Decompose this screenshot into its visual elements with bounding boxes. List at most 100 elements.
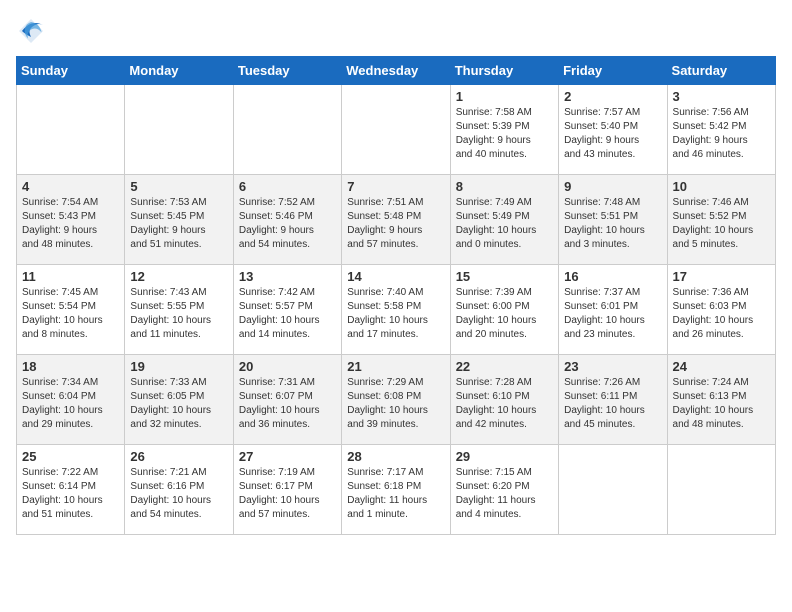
- day-info: Sunrise: 7:40 AM Sunset: 5:58 PM Dayligh…: [347, 286, 444, 342]
- day-number: 25: [22, 449, 119, 464]
- day-info: Sunrise: 7:42 AM Sunset: 5:57 PM Dayligh…: [239, 286, 336, 342]
- day-info: Sunrise: 7:28 AM Sunset: 6:10 PM Dayligh…: [456, 376, 553, 432]
- weekday-header-thursday: Thursday: [450, 57, 558, 85]
- weekday-header-wednesday: Wednesday: [342, 57, 450, 85]
- calendar-cell: 17Sunrise: 7:36 AM Sunset: 6:03 PM Dayli…: [667, 265, 775, 355]
- day-number: 21: [347, 359, 444, 374]
- weekday-header-monday: Monday: [125, 57, 233, 85]
- calendar-cell: 22 Sunrise: 7:28 AM Sunset: 6:10 PM Dayli…: [450, 355, 558, 445]
- calendar-cell: [17, 85, 125, 175]
- day-info: Sunrise: 7:31 AM Sunset: 6:07 PM Dayligh…: [239, 376, 336, 432]
- calendar-cell: [125, 85, 233, 175]
- day-info: Sunrise: 7:54 AM Sunset: 5:43 PM Dayligh…: [22, 196, 119, 252]
- day-number: 5: [130, 179, 227, 194]
- calendar-cell: 18Sunrise: 7:34 AM Sunset: 6:04 PM Dayli…: [17, 355, 125, 445]
- weekday-header-sunday: Sunday: [17, 57, 125, 85]
- day-number: 20: [239, 359, 336, 374]
- week-row-4: 18Sunrise: 7:34 AM Sunset: 6:04 PM Dayli…: [17, 355, 776, 445]
- calendar-cell: 1 Sunrise: 7:58 AM Sunset: 5:39 PM Daylig…: [450, 85, 558, 175]
- day-info: Sunrise: 7:22 AM Sunset: 6:14 PM Dayligh…: [22, 466, 119, 522]
- calendar-cell: 15 Sunrise: 7:39 AM Sunset: 6:00 PM Dayli…: [450, 265, 558, 355]
- day-info: Sunrise: 7:34 AM Sunset: 6:04 PM Dayligh…: [22, 376, 119, 432]
- calendar-cell: 27Sunrise: 7:19 AM Sunset: 6:17 PM Dayli…: [233, 445, 341, 535]
- day-number: 6: [239, 179, 336, 194]
- logo-icon: [16, 16, 46, 46]
- day-number: 8: [456, 179, 553, 194]
- calendar-cell: [667, 445, 775, 535]
- day-number: 22: [456, 359, 553, 374]
- calendar-cell: 25 Sunrise: 7:22 AM Sunset: 6:14 PM Dayli…: [17, 445, 125, 535]
- calendar-cell: 2 Sunrise: 7:57 AM Sunset: 5:40 PM Daylig…: [559, 85, 667, 175]
- calendar-cell: [233, 85, 341, 175]
- calendar-cell: 19 Sunrise: 7:33 AM Sunset: 6:05 PM Dayli…: [125, 355, 233, 445]
- day-number: 7: [347, 179, 444, 194]
- day-number: 16: [564, 269, 661, 284]
- weekday-header-tuesday: Tuesday: [233, 57, 341, 85]
- day-info: Sunrise: 7:48 AM Sunset: 5:51 PM Dayligh…: [564, 196, 661, 252]
- day-info: Sunrise: 7:53 AM Sunset: 5:45 PM Dayligh…: [130, 196, 227, 252]
- page-header: [16, 16, 776, 46]
- day-info: Sunrise: 7:21 AM Sunset: 6:16 PM Dayligh…: [130, 466, 227, 522]
- calendar-cell: 28 Sunrise: 7:17 AM Sunset: 6:18 PM Dayli…: [342, 445, 450, 535]
- calendar-cell: 12 Sunrise: 7:43 AM Sunset: 5:55 PM Dayli…: [125, 265, 233, 355]
- calendar-cell: 8 Sunrise: 7:49 AM Sunset: 5:49 PM Daylig…: [450, 175, 558, 265]
- day-info: Sunrise: 7:52 AM Sunset: 5:46 PM Dayligh…: [239, 196, 336, 252]
- calendar-table: SundayMondayTuesdayWednesdayThursdayFrid…: [16, 56, 776, 535]
- calendar-cell: 6 Sunrise: 7:52 AM Sunset: 5:46 PM Daylig…: [233, 175, 341, 265]
- calendar-cell: 29 Sunrise: 7:15 AM Sunset: 6:20 PM Dayli…: [450, 445, 558, 535]
- day-number: 10: [673, 179, 770, 194]
- day-number: 1: [456, 89, 553, 104]
- day-number: 27: [239, 449, 336, 464]
- calendar-cell: 16 Sunrise: 7:37 AM Sunset: 6:01 PM Dayli…: [559, 265, 667, 355]
- day-number: 26: [130, 449, 227, 464]
- day-number: 3: [673, 89, 770, 104]
- calendar-cell: 9 Sunrise: 7:48 AM Sunset: 5:51 PM Daylig…: [559, 175, 667, 265]
- day-number: 2: [564, 89, 661, 104]
- week-row-1: 1 Sunrise: 7:58 AM Sunset: 5:39 PM Daylig…: [17, 85, 776, 175]
- weekday-header-friday: Friday: [559, 57, 667, 85]
- day-number: 11: [22, 269, 119, 284]
- day-info: Sunrise: 7:43 AM Sunset: 5:55 PM Dayligh…: [130, 286, 227, 342]
- day-info: Sunrise: 7:17 AM Sunset: 6:18 PM Dayligh…: [347, 466, 444, 522]
- day-info: Sunrise: 7:49 AM Sunset: 5:49 PM Dayligh…: [456, 196, 553, 252]
- day-info: Sunrise: 7:15 AM Sunset: 6:20 PM Dayligh…: [456, 466, 553, 522]
- day-number: 29: [456, 449, 553, 464]
- calendar-cell: 23Sunrise: 7:26 AM Sunset: 6:11 PM Dayli…: [559, 355, 667, 445]
- day-info: Sunrise: 7:39 AM Sunset: 6:00 PM Dayligh…: [456, 286, 553, 342]
- day-number: 14: [347, 269, 444, 284]
- day-info: Sunrise: 7:29 AM Sunset: 6:08 PM Dayligh…: [347, 376, 444, 432]
- calendar-cell: 13 Sunrise: 7:42 AM Sunset: 5:57 PM Dayli…: [233, 265, 341, 355]
- calendar-cell: [559, 445, 667, 535]
- day-info: Sunrise: 7:45 AM Sunset: 5:54 PM Dayligh…: [22, 286, 119, 342]
- day-number: 24: [673, 359, 770, 374]
- day-number: 9: [564, 179, 661, 194]
- day-number: 19: [130, 359, 227, 374]
- calendar-cell: 10 Sunrise: 7:46 AM Sunset: 5:52 PM Dayli…: [667, 175, 775, 265]
- calendar-cell: 21 Sunrise: 7:29 AM Sunset: 6:08 PM Dayli…: [342, 355, 450, 445]
- day-info: Sunrise: 7:24 AM Sunset: 6:13 PM Dayligh…: [673, 376, 770, 432]
- day-info: Sunrise: 7:46 AM Sunset: 5:52 PM Dayligh…: [673, 196, 770, 252]
- day-number: 28: [347, 449, 444, 464]
- logo: [16, 16, 50, 46]
- day-info: Sunrise: 7:36 AM Sunset: 6:03 PM Dayligh…: [673, 286, 770, 342]
- calendar-cell: 3 Sunrise: 7:56 AM Sunset: 5:42 PM Daylig…: [667, 85, 775, 175]
- weekday-header-saturday: Saturday: [667, 57, 775, 85]
- calendar-cell: 14 Sunrise: 7:40 AM Sunset: 5:58 PM Dayli…: [342, 265, 450, 355]
- day-info: Sunrise: 7:56 AM Sunset: 5:42 PM Dayligh…: [673, 106, 770, 162]
- weekday-header-row: SundayMondayTuesdayWednesdayThursdayFrid…: [17, 57, 776, 85]
- day-number: 15: [456, 269, 553, 284]
- day-info: Sunrise: 7:33 AM Sunset: 6:05 PM Dayligh…: [130, 376, 227, 432]
- day-info: Sunrise: 7:37 AM Sunset: 6:01 PM Dayligh…: [564, 286, 661, 342]
- day-number: 13: [239, 269, 336, 284]
- day-info: Sunrise: 7:57 AM Sunset: 5:40 PM Dayligh…: [564, 106, 661, 162]
- day-number: 23: [564, 359, 661, 374]
- calendar-cell: 11 Sunrise: 7:45 AM Sunset: 5:54 PM Dayli…: [17, 265, 125, 355]
- week-row-3: 11 Sunrise: 7:45 AM Sunset: 5:54 PM Dayli…: [17, 265, 776, 355]
- calendar-cell: 5 Sunrise: 7:53 AM Sunset: 5:45 PM Daylig…: [125, 175, 233, 265]
- calendar-cell: 7Sunrise: 7:51 AM Sunset: 5:48 PM Daylig…: [342, 175, 450, 265]
- week-row-5: 25 Sunrise: 7:22 AM Sunset: 6:14 PM Dayli…: [17, 445, 776, 535]
- week-row-2: 4Sunrise: 7:54 AM Sunset: 5:43 PM Daylig…: [17, 175, 776, 265]
- day-info: Sunrise: 7:58 AM Sunset: 5:39 PM Dayligh…: [456, 106, 553, 162]
- calendar-cell: 24 Sunrise: 7:24 AM Sunset: 6:13 PM Dayli…: [667, 355, 775, 445]
- day-number: 12: [130, 269, 227, 284]
